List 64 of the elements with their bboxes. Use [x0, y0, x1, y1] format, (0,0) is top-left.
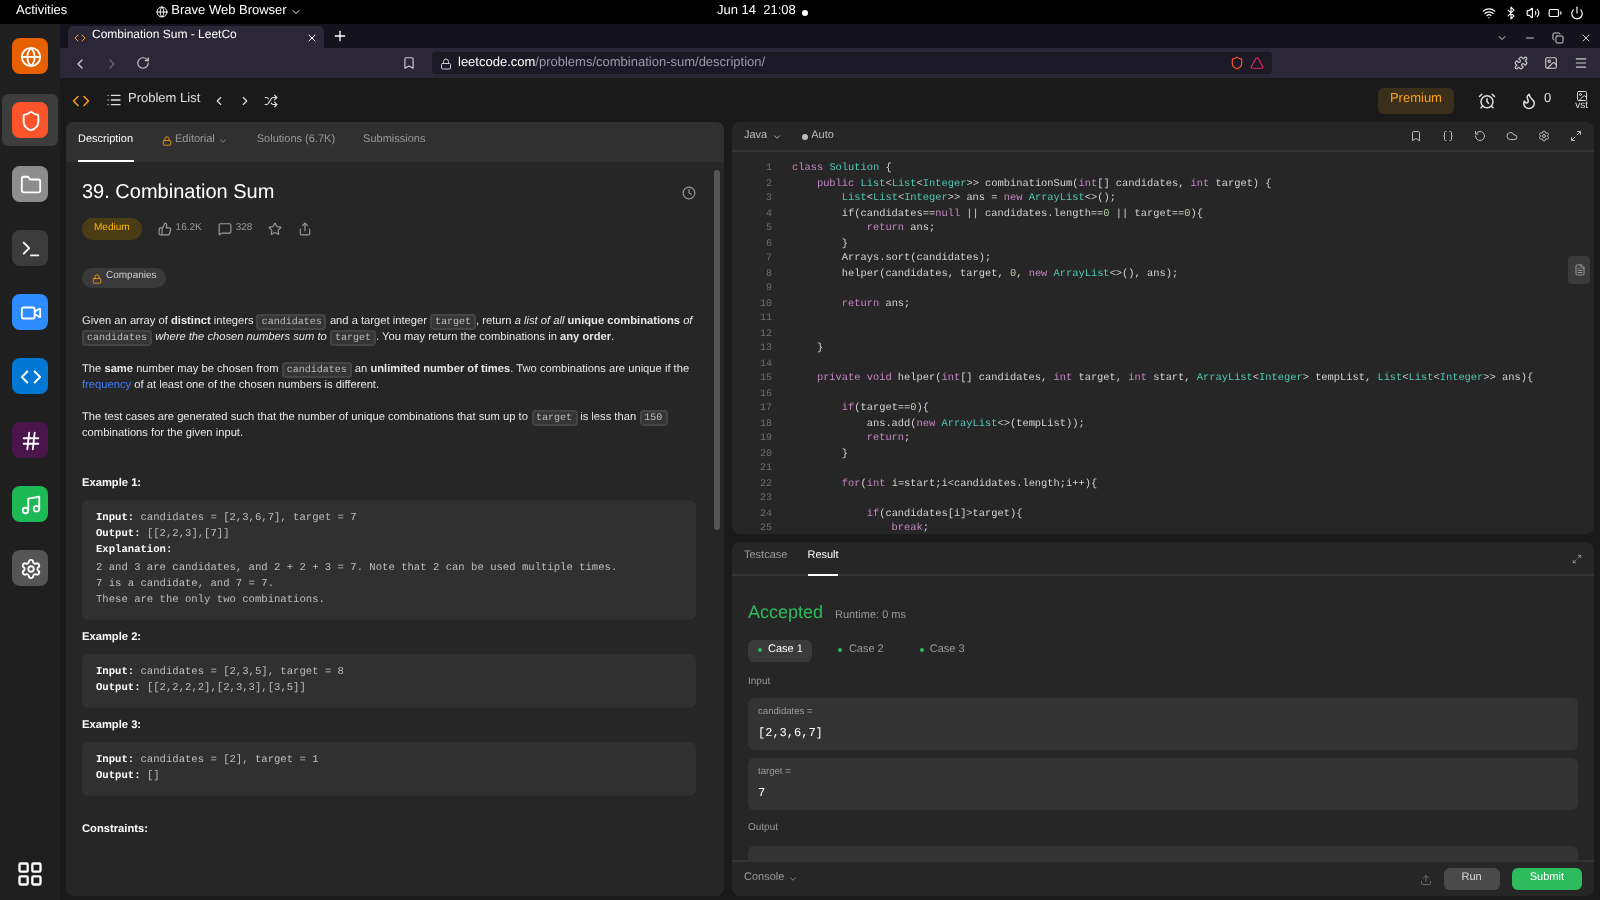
app-grid-icon[interactable]	[16, 860, 44, 888]
previous-icon[interactable]	[212, 93, 227, 107]
back-icon[interactable]	[72, 55, 88, 71]
image-icon[interactable]	[1544, 56, 1558, 70]
braces-icon[interactable]	[1442, 130, 1454, 142]
shield-icon[interactable]	[1230, 56, 1244, 70]
hash-icon	[19, 429, 41, 451]
side-button[interactable]	[1568, 256, 1590, 284]
chevron-down-icon[interactable]	[1496, 32, 1508, 44]
lock-icon	[440, 57, 452, 69]
shield-icon	[19, 109, 41, 131]
share-icon[interactable]	[298, 221, 313, 236]
bookmark-icon[interactable]	[402, 56, 416, 70]
power-icon	[1570, 5, 1584, 19]
flame-icon[interactable]	[1519, 91, 1538, 109]
dock-app[interactable]	[2, 94, 58, 146]
list-icon	[106, 92, 122, 108]
shuffle-icon[interactable]	[264, 93, 279, 107]
globe-icon	[19, 45, 41, 67]
site-logo-icon	[74, 31, 86, 43]
music-icon	[19, 493, 41, 515]
battery-icon	[1548, 5, 1562, 19]
bluetooth-icon	[1504, 5, 1518, 19]
site-logo-icon[interactable]	[72, 91, 90, 109]
forward-icon[interactable]	[104, 55, 120, 71]
star-icon[interactable]	[268, 221, 283, 236]
caret-icon	[788, 874, 799, 884]
result-status: Accepted	[748, 600, 824, 626]
thumbs-up-icon	[157, 221, 172, 236]
folder-icon	[19, 173, 41, 195]
extension-icon[interactable]	[1514, 56, 1528, 70]
code-icon	[19, 365, 41, 387]
reload-icon[interactable]	[136, 56, 150, 70]
volume-icon	[1526, 5, 1540, 19]
close-icon[interactable]	[1580, 32, 1592, 44]
settings-icon[interactable]	[1538, 130, 1550, 142]
browser-icon	[155, 6, 168, 18]
problem-title: 39. Combination Sum	[82, 180, 275, 208]
document-icon	[1573, 264, 1585, 276]
image-icon	[1575, 89, 1588, 101]
lock-icon	[161, 136, 172, 146]
triangle-icon[interactable]	[1250, 56, 1264, 70]
lock-icon	[92, 273, 102, 283]
caret-icon	[771, 131, 782, 141]
settings-icon	[19, 557, 41, 579]
video-camera-icon	[19, 301, 41, 323]
upload-icon[interactable]	[1419, 873, 1432, 885]
caret-icon	[218, 136, 229, 146]
bookmark-icon[interactable]	[1410, 130, 1422, 142]
minimize-icon[interactable]	[1524, 32, 1536, 44]
menu-icon[interactable]	[1574, 56, 1588, 70]
clock-icon[interactable]	[682, 186, 696, 200]
alarm-clock-icon[interactable]	[1477, 91, 1496, 109]
speech-bubble-icon	[217, 221, 232, 236]
reset-icon[interactable]	[1474, 130, 1486, 142]
expand-icon[interactable]	[1572, 553, 1582, 563]
caret-icon	[290, 6, 303, 18]
cloud-icon[interactable]	[1506, 130, 1518, 142]
next-icon[interactable]	[238, 93, 253, 107]
restore-icon[interactable]	[1552, 32, 1564, 44]
new-tab-icon[interactable]	[332, 28, 348, 44]
wifi-icon	[1482, 5, 1496, 19]
scrollbar[interactable]	[714, 170, 720, 530]
terminal-icon	[19, 237, 41, 259]
